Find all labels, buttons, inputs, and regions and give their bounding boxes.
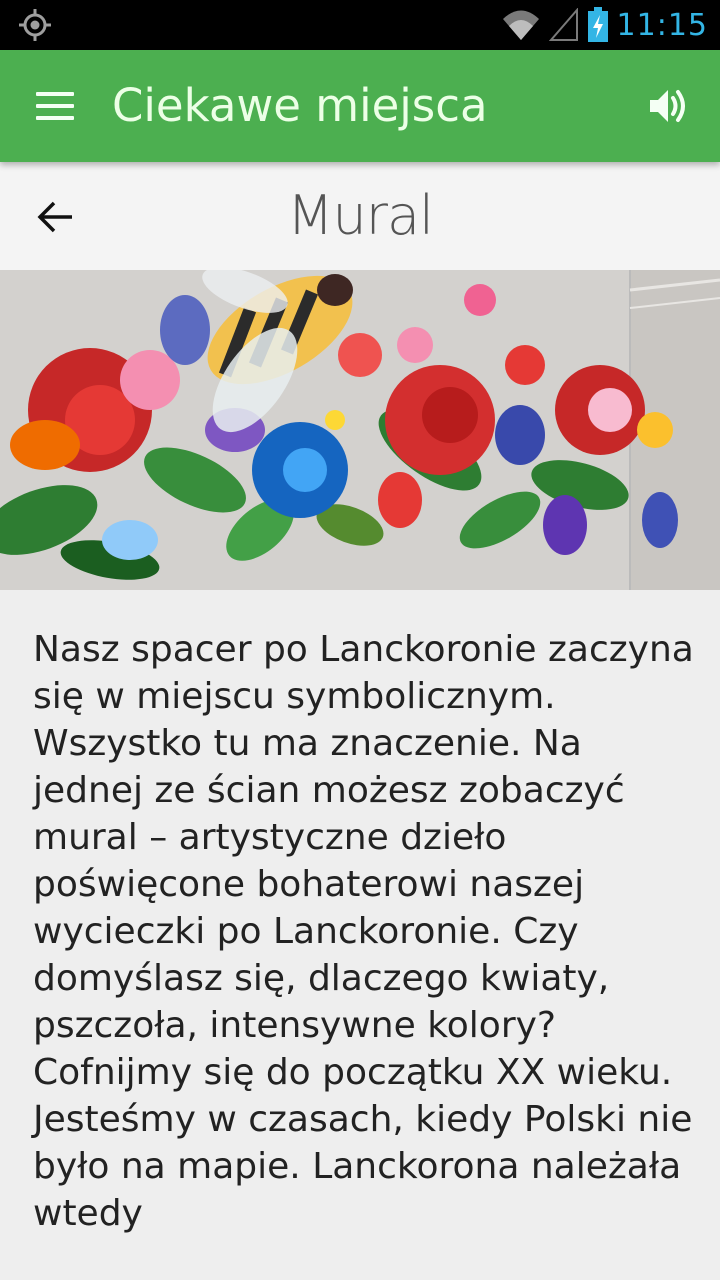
menu-button[interactable] xyxy=(30,86,82,126)
menu-icon xyxy=(36,104,74,108)
wifi-icon xyxy=(502,10,539,40)
arrow-back-icon[interactable] xyxy=(30,192,80,242)
status-icons: 11:15 xyxy=(501,0,708,50)
battery-charging-icon xyxy=(587,7,608,42)
description-text: Nasz spacer po Lanckoronie zaczyna się w… xyxy=(33,629,694,1234)
mural-image xyxy=(0,270,720,590)
status-time: 11:15 xyxy=(616,7,708,43)
menu-icon xyxy=(36,116,74,120)
page-title: Mural xyxy=(286,184,434,247)
app-title: Ciekawe miejsca xyxy=(112,79,488,132)
volume-icon[interactable] xyxy=(644,82,692,130)
detail-header: Mural xyxy=(0,162,720,270)
app-bar: Ciekawe miejsca xyxy=(0,50,720,162)
location-icon xyxy=(19,9,51,41)
menu-icon xyxy=(36,92,74,96)
cell-signal-icon xyxy=(548,8,578,41)
screen: 11:15 Ciekawe miejsca Mural Nasz spacer … xyxy=(0,0,720,1280)
status-bar: 11:15 xyxy=(0,0,720,50)
